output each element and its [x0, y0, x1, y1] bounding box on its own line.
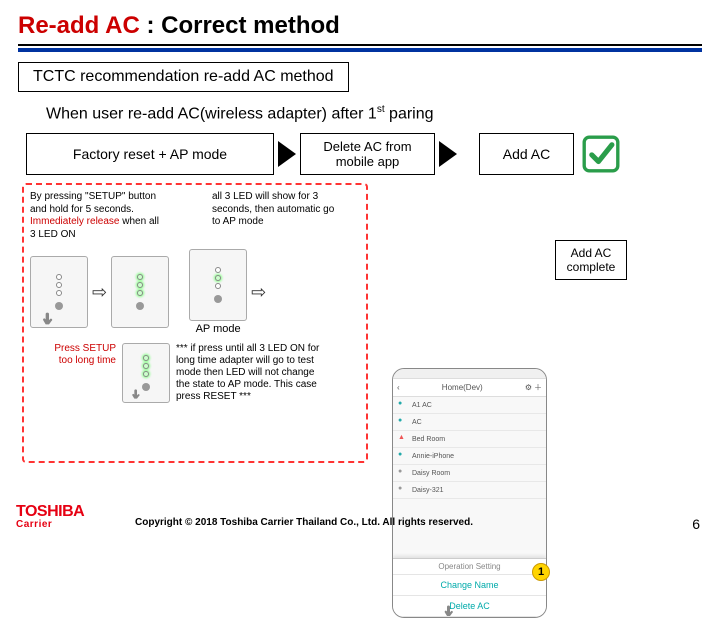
- item-label: Daisy-321: [412, 487, 444, 494]
- page-title: Re-add AC : Correct method: [18, 12, 702, 40]
- detail-box: By pressing "SETUP" button and hold for …: [22, 183, 368, 463]
- intro-pre: When user re-add AC(wireless adapter) af…: [46, 105, 377, 122]
- list-item[interactable]: ▲ Bed Room: [393, 431, 546, 448]
- step-delete-ac: Delete AC from mobile app: [300, 133, 435, 175]
- title-colon: :: [140, 12, 161, 39]
- complete-label: Add AC complete: [567, 246, 616, 274]
- arrow-out-icon: ⇨: [251, 282, 266, 303]
- settings-icon[interactable]: ⚙: [525, 383, 532, 392]
- item-label: A1 AC: [412, 402, 432, 409]
- title-rest: Correct method: [161, 12, 340, 39]
- action-sheet: Operation Setting Change Name Delete AC …: [393, 558, 546, 617]
- list-item[interactable]: ● Annie-iPhone: [393, 448, 546, 465]
- intro-text: When user re-add AC(wireless adapter) af…: [46, 104, 702, 123]
- intro-sup: st: [377, 104, 385, 115]
- setup-text-1: By pressing "SETUP" button and hold for …: [30, 191, 156, 215]
- hand-icon: [441, 604, 459, 618]
- hand-icon: [39, 311, 59, 331]
- led-text: all 3 LED will show for 3 seconds, then …: [212, 191, 334, 227]
- status-icon: ●: [398, 451, 408, 461]
- checkmark-icon: [580, 133, 622, 175]
- step-factory-reset: Factory reset + AP mode: [26, 133, 274, 175]
- setup-instruction: By pressing "SETUP" button and hold for …: [30, 191, 160, 241]
- arrow-right-icon: [439, 141, 457, 167]
- status-icon: ●: [398, 468, 408, 478]
- change-name-option[interactable]: Change Name: [393, 575, 546, 596]
- list-item[interactable]: ● Daisy Room: [393, 465, 546, 482]
- list-item[interactable]: ● Daisy-321: [393, 482, 546, 499]
- sheet-title: Operation Setting: [393, 559, 546, 575]
- step3-label: Add AC: [503, 146, 550, 162]
- item-label: Annie-iPhone: [412, 453, 454, 460]
- warning-label: Press SETUP too long time: [46, 343, 116, 403]
- status-icon: ●: [398, 400, 408, 410]
- list-item[interactable]: ● AC: [393, 414, 546, 431]
- phone-header: ‹ Home(Dev) ⚙ ＋: [393, 379, 546, 397]
- subtitle-box: TCTC recommendation re-add AC method: [18, 62, 349, 92]
- steps-row: Factory reset + AP mode Delete AC from m…: [26, 133, 702, 175]
- device-ap-mode: [189, 249, 247, 321]
- phone-mockup: ‹ Home(Dev) ⚙ ＋ ● A1 AC ● AC ▲ Bed Room ● An…: [392, 368, 547, 618]
- intro-post: paring: [385, 105, 434, 122]
- device-before: [30, 256, 88, 328]
- item-label: Daisy Room: [412, 470, 450, 477]
- add-icon[interactable]: ＋: [534, 382, 542, 393]
- item-label: AC: [412, 419, 422, 426]
- setup-text-red: Immediately release: [30, 216, 122, 227]
- item-label: Bed Room: [412, 436, 445, 443]
- copyright-text: Copyright © 2018 Toshiba Carrier Thailan…: [135, 517, 473, 528]
- title-red: Re-add AC: [18, 12, 140, 39]
- back-icon[interactable]: ‹: [397, 383, 400, 392]
- led-instruction: all 3 LED will show for 3 seconds, then …: [212, 191, 342, 241]
- logo-main: TOSHIBA: [16, 504, 84, 520]
- list-item[interactable]: ● A1 AC: [393, 397, 546, 414]
- step1-label: Factory reset + AP mode: [73, 146, 227, 162]
- rule-thick: [18, 48, 702, 52]
- delete-ac-option[interactable]: Delete AC 2: [393, 596, 546, 617]
- warning-text: *** if press until all 3 LED ON for long…: [176, 343, 331, 403]
- phone-statusbar: [393, 369, 546, 379]
- add-complete-box: Add AC complete: [555, 240, 627, 280]
- alert-icon: ▲: [398, 434, 408, 444]
- hand-icon: [129, 388, 145, 404]
- phone-title: Home(Dev): [402, 383, 523, 392]
- rule-thin: [18, 44, 702, 46]
- status-icon: ●: [398, 417, 408, 427]
- brand-logo: TOSHIBA Carrier: [16, 504, 84, 530]
- device-warning: [122, 343, 170, 403]
- page-number: 6: [692, 516, 700, 532]
- ap-mode-label: AP mode: [189, 323, 247, 335]
- logo-sub: Carrier: [16, 520, 84, 530]
- arrow-out-icon: ⇨: [92, 282, 107, 303]
- arrow-right-icon: [278, 141, 296, 167]
- step-add-ac: Add AC: [479, 133, 574, 175]
- option-label: Change Name: [440, 580, 498, 590]
- status-icon: ●: [398, 485, 408, 495]
- subtitle-text: TCTC recommendation re-add AC method: [33, 68, 334, 85]
- step2-label: Delete AC from mobile app: [311, 139, 424, 169]
- device-all-on: [111, 256, 169, 328]
- callout-num: 1: [538, 566, 544, 578]
